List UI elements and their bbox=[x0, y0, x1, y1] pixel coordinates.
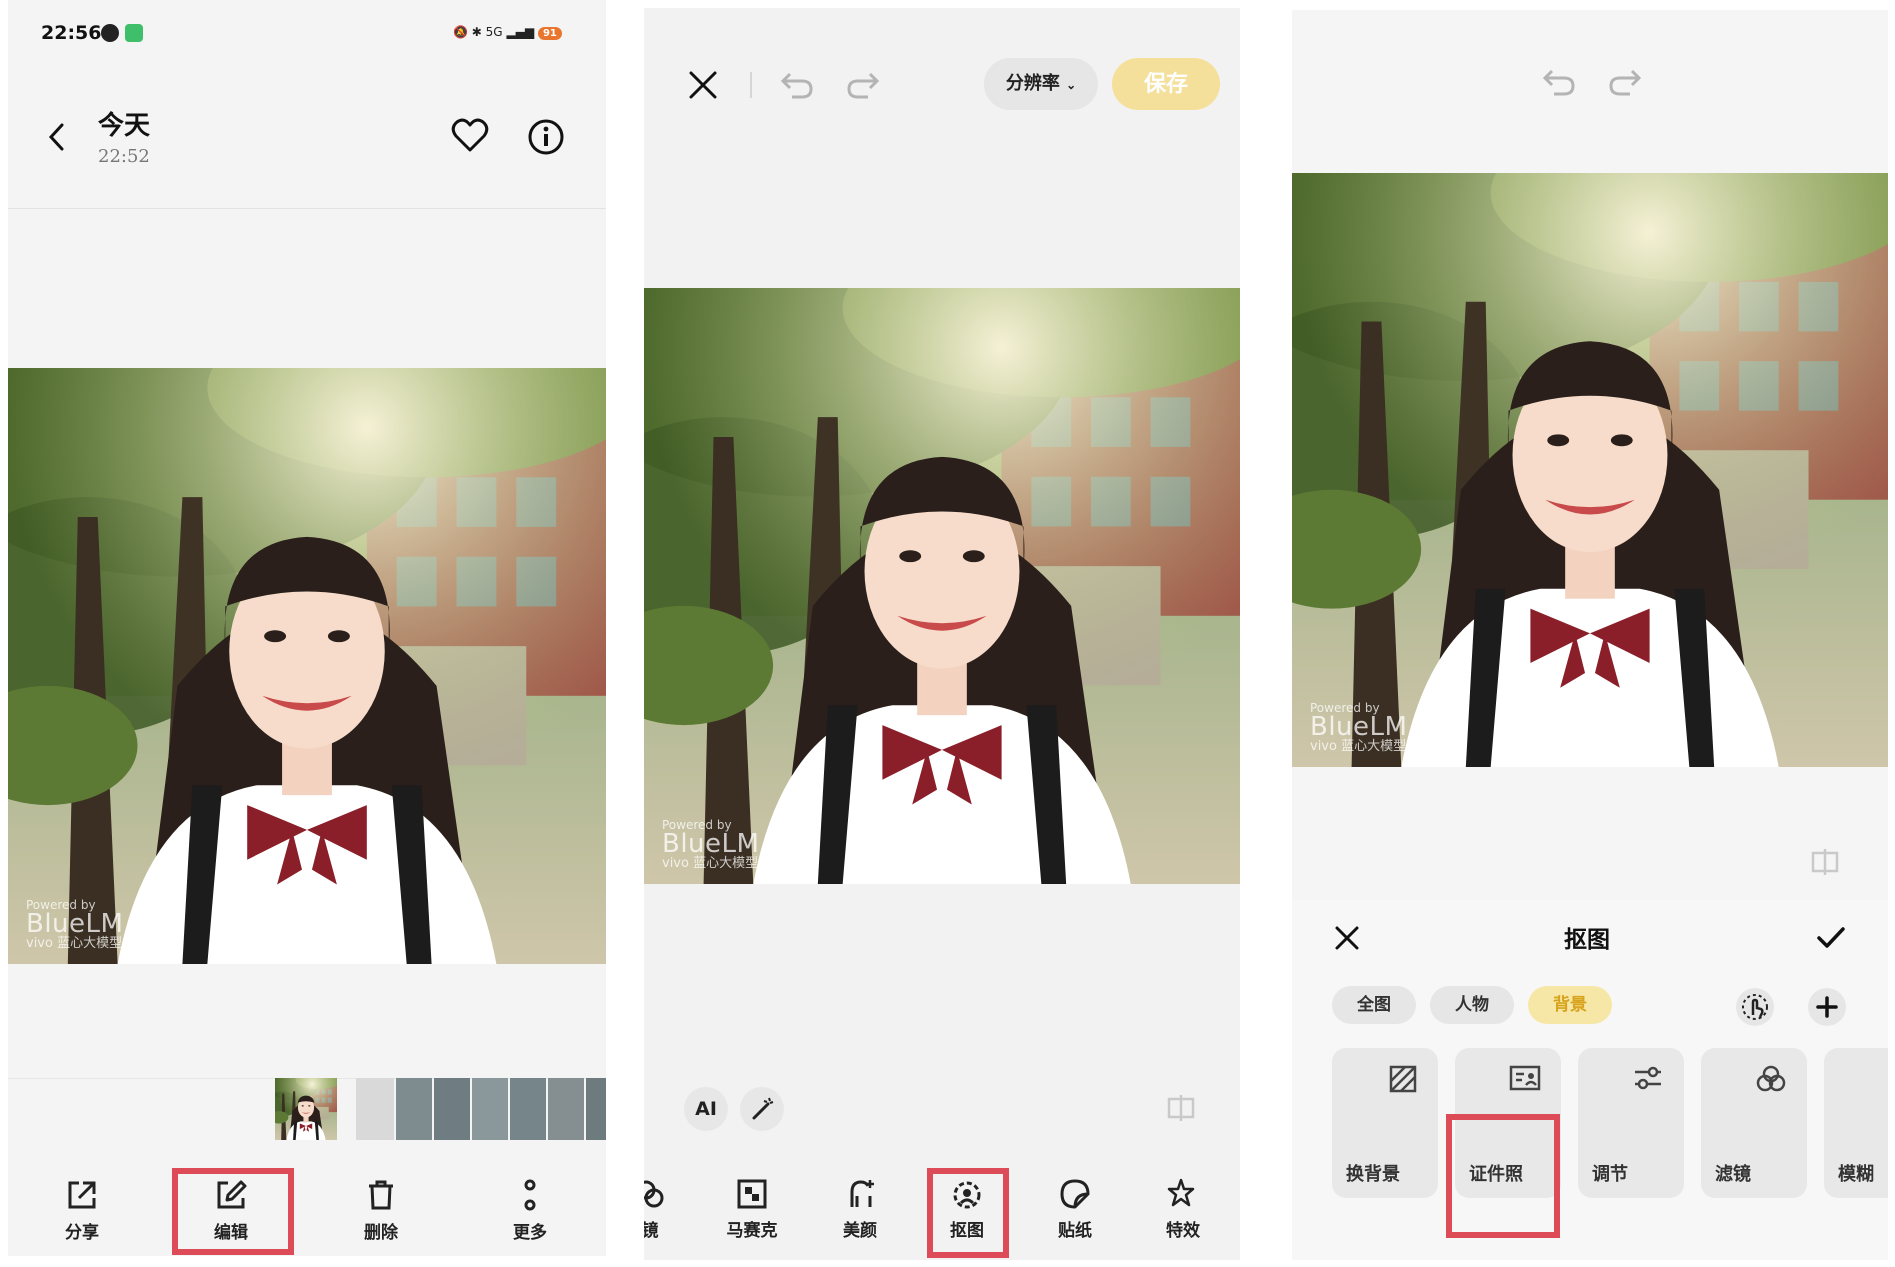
id-photo-icon bbox=[1509, 1064, 1541, 1092]
filmstrip-thumbnail[interactable] bbox=[548, 1078, 584, 1140]
cutout-highlight-box bbox=[927, 1168, 1009, 1258]
filmstrip-thumbnail[interactable] bbox=[472, 1078, 508, 1140]
cutout-preview-photo[interactable]: Powered by BlueLM vivo 蓝心大模型 生成 bbox=[1292, 173, 1888, 767]
mosaic-icon bbox=[736, 1178, 768, 1210]
more-icon bbox=[513, 1178, 547, 1212]
replace-background-icon bbox=[1388, 1064, 1418, 1094]
vpn-icon bbox=[101, 24, 119, 42]
card-adjust[interactable]: 调节 bbox=[1578, 1048, 1684, 1198]
back-arrow-icon[interactable] bbox=[46, 122, 68, 152]
touch-select-button[interactable] bbox=[1736, 988, 1774, 1026]
status-time: 22:56 bbox=[41, 22, 102, 44]
chevron-down-icon: ⌄ bbox=[1066, 78, 1077, 92]
bluetooth-icon: ✱ bbox=[471, 25, 482, 39]
edit-highlight-box bbox=[172, 1168, 294, 1255]
favorite-heart-icon[interactable] bbox=[451, 118, 489, 154]
redo-icon[interactable] bbox=[1608, 67, 1642, 97]
page-subtitle: 22:52 bbox=[98, 146, 150, 167]
magic-wand-button[interactable] bbox=[740, 1087, 784, 1131]
compare-icon[interactable] bbox=[1166, 1093, 1196, 1123]
mute-icon: 🔕 bbox=[453, 25, 468, 39]
resolution-dropdown[interactable]: 分辨率 ⌄ bbox=[984, 58, 1098, 110]
add-icon[interactable] bbox=[1808, 988, 1846, 1026]
save-button[interactable]: 保存 bbox=[1112, 58, 1220, 110]
redo-icon[interactable] bbox=[846, 70, 880, 100]
info-icon[interactable] bbox=[527, 118, 565, 156]
effects-icon bbox=[1167, 1178, 1199, 1210]
card-replace-background[interactable]: 换背景 bbox=[1332, 1048, 1438, 1198]
adjust-icon bbox=[1632, 1064, 1664, 1092]
undo-icon[interactable] bbox=[780, 70, 814, 100]
page-title: 今天 bbox=[98, 111, 151, 141]
tool-mosaic[interactable]: 马赛克 bbox=[712, 1178, 792, 1241]
undo-icon[interactable] bbox=[1542, 67, 1576, 97]
card-blur[interactable]: 模糊 bbox=[1824, 1048, 1888, 1198]
compare-icon[interactable] bbox=[1810, 847, 1840, 877]
editing-canvas-photo[interactable]: Powered by BlueLM vivo 蓝心大模型 生成 bbox=[644, 288, 1240, 884]
filmstrip-thumbnail[interactable] bbox=[510, 1078, 546, 1140]
watermark: Powered by BlueLM vivo 蓝心大模型 生成 bbox=[662, 818, 789, 871]
app-notification-icon bbox=[125, 24, 143, 42]
more-button[interactable]: 更多 bbox=[470, 1178, 590, 1243]
tool-sticker[interactable]: 贴纸 bbox=[1035, 1178, 1115, 1241]
tool-filter[interactable]: 镜 bbox=[644, 1178, 690, 1241]
sticker-icon bbox=[1059, 1178, 1091, 1210]
filter-icon bbox=[1755, 1064, 1787, 1094]
cutout-panel: Powered by BlueLM vivo 蓝心大模型 生成 抠图 全图 人物… bbox=[1292, 10, 1888, 1260]
filmstrip-thumbnail[interactable] bbox=[586, 1078, 606, 1140]
filmstrip-thumbnail-current[interactable] bbox=[265, 1070, 342, 1140]
share-icon bbox=[65, 1178, 99, 1212]
filmstrip-thumbnail[interactable] bbox=[356, 1078, 394, 1140]
gallery-viewer-panel: 22:56 🔕 ✱ 5G ▂▄▆ 91 今天 22:52 Powered by … bbox=[8, 0, 606, 1256]
status-icons: 🔕 ✱ 5G ▂▄▆ 91 bbox=[453, 25, 562, 40]
filmstrip-thumbnail[interactable] bbox=[396, 1078, 432, 1140]
signal-label: 5G bbox=[485, 25, 503, 39]
watermark: Powered by BlueLM vivo 蓝心大模型 生成 bbox=[26, 898, 153, 951]
header-divider bbox=[8, 208, 606, 209]
filmstrip-thumbnail[interactable] bbox=[434, 1078, 470, 1140]
segment-background[interactable]: 背景 bbox=[1528, 986, 1612, 1024]
segment-all[interactable]: 全图 bbox=[1332, 986, 1416, 1024]
toolbar-divider bbox=[750, 72, 752, 98]
ai-button[interactable]: AI bbox=[684, 1087, 728, 1131]
delete-button[interactable]: 删除 bbox=[321, 1178, 441, 1243]
sheet-title: 抠图 bbox=[1564, 926, 1610, 953]
tool-effects[interactable]: 特效 bbox=[1143, 1178, 1223, 1241]
card-filter[interactable]: 滤镜 bbox=[1701, 1048, 1807, 1198]
watermark: Powered by BlueLM vivo 蓝心大模型 生成 bbox=[1310, 701, 1437, 754]
filter-icon bbox=[644, 1178, 666, 1210]
close-icon[interactable] bbox=[688, 70, 718, 100]
confirm-check-icon[interactable] bbox=[1816, 925, 1846, 951]
id-photo-highlight-box bbox=[1446, 1114, 1560, 1238]
trash-icon bbox=[364, 1178, 398, 1212]
tool-beauty[interactable]: 美颜 bbox=[820, 1178, 900, 1241]
segment-person[interactable]: 人物 bbox=[1430, 986, 1514, 1024]
close-icon[interactable] bbox=[1334, 925, 1360, 951]
photo-editor-panel: 分辨率 ⌄ 保存 Powered by BlueLM vivo 蓝心大模型 生成… bbox=[644, 8, 1240, 1260]
share-button[interactable]: 分享 bbox=[22, 1178, 142, 1243]
main-photo[interactable]: Powered by BlueLM vivo 蓝心大模型 生成 bbox=[8, 368, 606, 964]
beauty-icon bbox=[844, 1178, 876, 1210]
signal-bars-icon: ▂▄▆ bbox=[506, 25, 535, 39]
battery-indicator: 91 bbox=[537, 27, 562, 40]
